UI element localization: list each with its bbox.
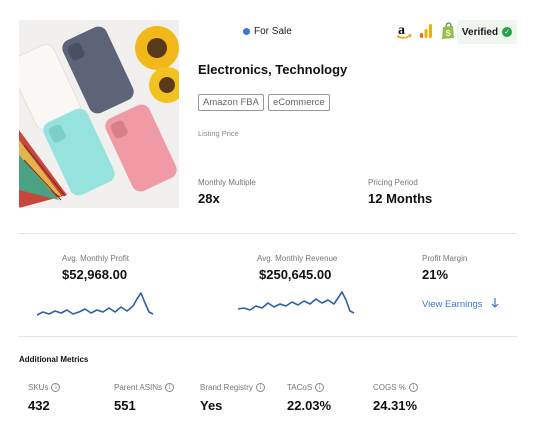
info-icon[interactable]: i <box>255 383 265 392</box>
verified-badge: Verified ✓ <box>457 20 517 44</box>
divider <box>18 233 517 234</box>
pricing-period-value: 12 Months <box>368 191 433 206</box>
view-earnings-label: View Earnings <box>422 299 483 310</box>
tag-amazon-fba[interactable]: Amazon FBA <box>198 94 264 111</box>
check-circle-icon: ✓ <box>502 27 513 37</box>
info-icon[interactable]: i <box>51 383 61 392</box>
platform-icons: a S <box>396 22 456 40</box>
parent-asins-value: 551 <box>114 398 136 413</box>
tacos-value: 22.03% <box>287 398 332 413</box>
verified-label: Verified <box>461 26 499 38</box>
info-icon[interactable]: i <box>165 383 175 392</box>
status-dot-icon <box>243 28 250 35</box>
info-icon[interactable]: i <box>408 383 418 392</box>
revenue-sparkline <box>238 291 355 314</box>
svg-text:a: a <box>398 23 405 38</box>
monthly-multiple-label: Monthly Multiple <box>198 178 256 187</box>
view-earnings-link[interactable]: View Earnings <box>422 298 499 311</box>
listing-price-label: Listing Price <box>198 129 239 138</box>
monthly-multiple-value: 28x <box>198 191 220 206</box>
brand-registry-value: Yes <box>200 398 223 413</box>
additional-metrics-title: Additional Metrics <box>19 355 89 364</box>
shopify-icon: S <box>440 22 456 40</box>
listing-image <box>19 20 179 208</box>
status-label: For Sale <box>254 26 292 37</box>
listing-title: Electronics, Technology <box>198 62 348 77</box>
skus-value: 432 <box>28 398 50 413</box>
tacos-label: TACoS i <box>287 383 325 392</box>
tag-list: Amazon FBA eCommerce <box>198 94 330 111</box>
avg-monthly-profit-value: $52,968.00 <box>62 267 128 282</box>
listing-status: For Sale <box>243 26 292 37</box>
arrow-down-icon <box>491 298 499 311</box>
avg-monthly-profit-label: Avg. Monthly Profit <box>62 254 129 263</box>
profit-margin-value: 21% <box>422 267 449 282</box>
avg-monthly-revenue-value: $250,645.00 <box>259 267 332 282</box>
cogs-value: 24.31% <box>373 398 418 413</box>
avg-monthly-revenue-label: Avg. Monthly Revenue <box>257 254 338 263</box>
google-analytics-icon <box>418 22 434 40</box>
svg-text:S: S <box>446 29 452 38</box>
brand-registry-label: Brand Registry i <box>200 383 265 392</box>
info-icon[interactable]: i <box>315 383 325 392</box>
profit-sparkline <box>37 292 154 316</box>
skus-label: SKUs i <box>28 383 61 392</box>
divider <box>18 336 517 337</box>
amazon-icon: a <box>396 22 412 40</box>
tag-ecommerce[interactable]: eCommerce <box>267 94 330 111</box>
pricing-period-label: Pricing Period <box>368 178 418 187</box>
profit-margin-label: Profit Margin <box>422 254 468 263</box>
parent-asins-label: Parent ASINs i <box>114 383 175 392</box>
cogs-label: COGS % i <box>373 383 418 392</box>
